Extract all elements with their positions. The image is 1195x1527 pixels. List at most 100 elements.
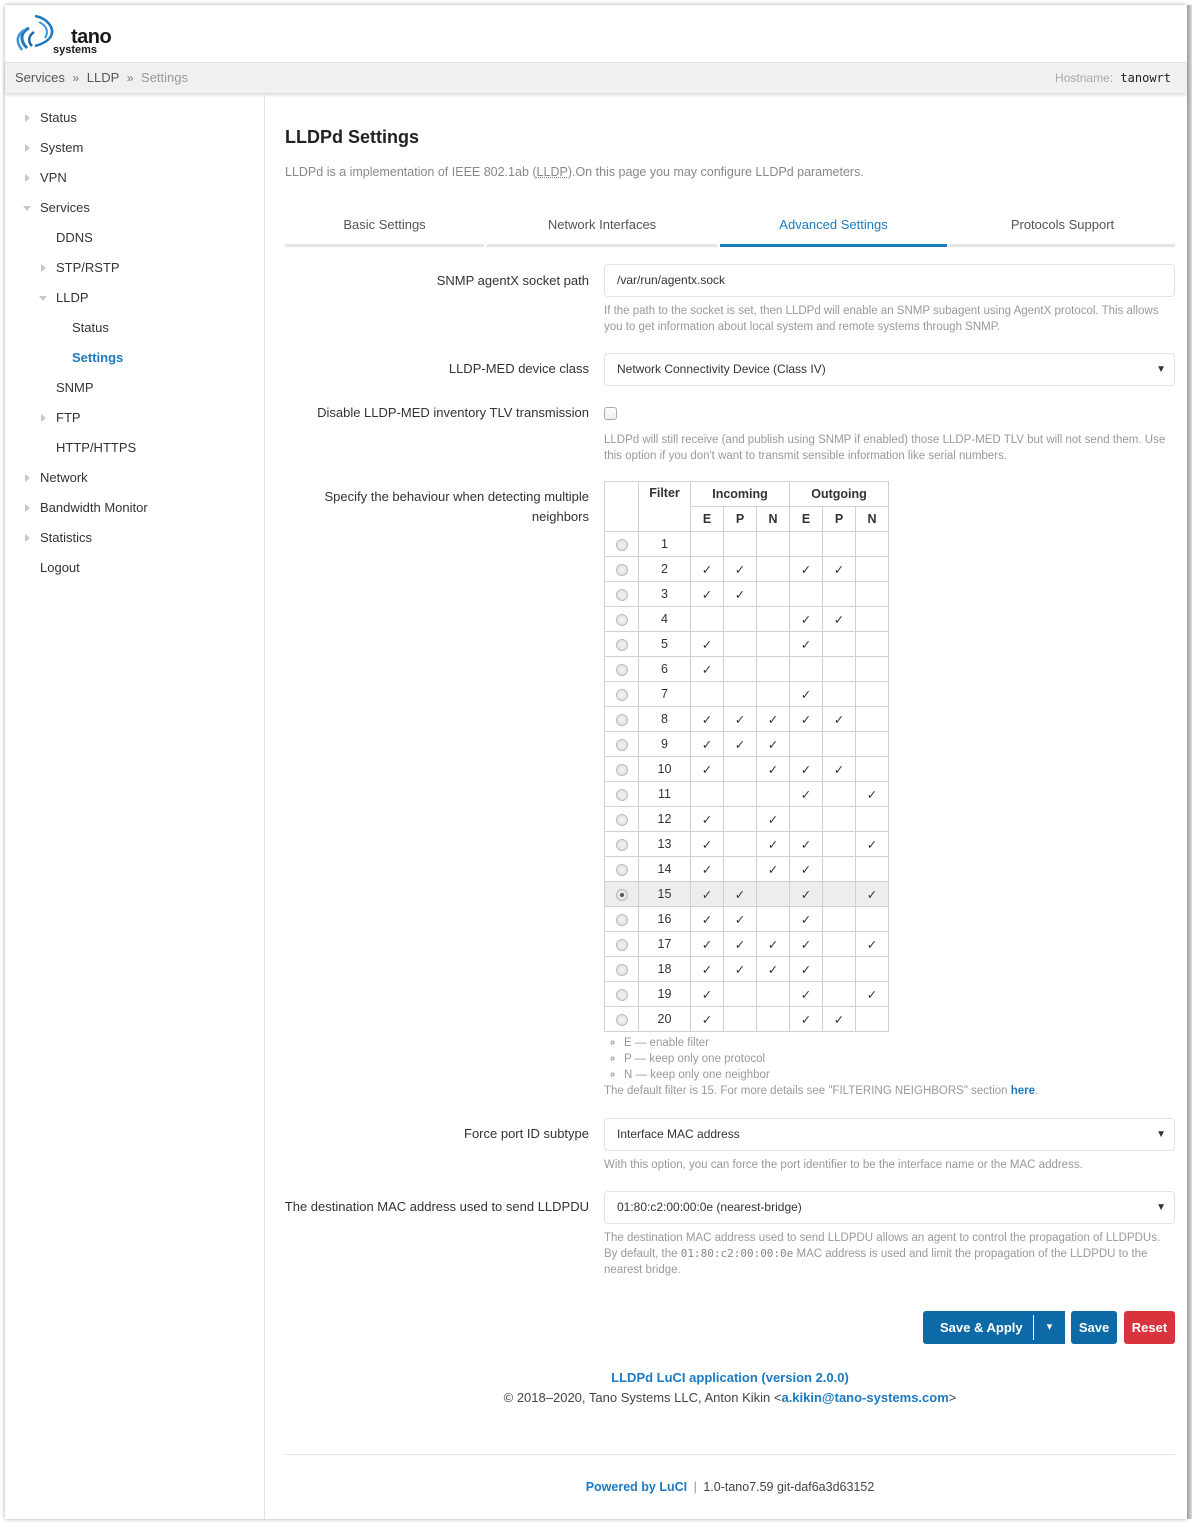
- filter-cell: [690, 606, 724, 632]
- sidebar-item-statistics[interactable]: Statistics: [25, 530, 92, 545]
- sidebar-item-logout[interactable]: Logout: [40, 560, 80, 575]
- filter-row[interactable]: 16 ✓ ✓ ✓: [604, 906, 889, 932]
- sidebar-item-ddns[interactable]: DDNS: [56, 230, 93, 245]
- filter-docs-link[interactable]: here: [1011, 1085, 1035, 1097]
- caret-down-icon: [39, 296, 47, 301]
- header: tano systems: [5, 5, 1187, 62]
- filter-row[interactable]: 3 ✓ ✓: [604, 581, 889, 607]
- filter-row[interactable]: 8 ✓ ✓ ✓ ✓ ✓: [604, 706, 889, 732]
- filter-radio[interactable]: [615, 863, 628, 876]
- filter-row[interactable]: 13 ✓ ✓ ✓ ✓: [604, 831, 889, 857]
- filter-row[interactable]: 6 ✓: [604, 656, 889, 682]
- filter-row[interactable]: 15 ✓ ✓ ✓ ✓: [604, 881, 889, 907]
- sidebar-item-system[interactable]: System: [25, 140, 83, 155]
- filter-cell: [690, 531, 724, 557]
- filter-label: Specify the behaviour when detecting mul…: [324, 489, 590, 524]
- filter-radio[interactable]: [615, 713, 628, 726]
- filter-radio[interactable]: [615, 613, 628, 626]
- filter-radio[interactable]: [615, 938, 628, 951]
- filter-radio[interactable]: [615, 538, 628, 551]
- filter-cell: [822, 831, 856, 857]
- check-icon: ✓: [789, 881, 823, 907]
- filter-row[interactable]: 2 ✓ ✓ ✓ ✓: [604, 556, 889, 582]
- caret-right-icon: [25, 474, 30, 482]
- filter-radio[interactable]: [615, 638, 628, 651]
- legend-item-e: E — enable filter: [624, 1035, 1175, 1051]
- sidebar-item-network[interactable]: Network: [25, 470, 88, 485]
- filter-id: 3: [638, 581, 691, 607]
- powered-by-luci-link[interactable]: Powered by LuCI: [586, 1480, 687, 1494]
- filter-radio[interactable]: [615, 563, 628, 576]
- agentx-socket-input[interactable]: /var/run/agentx.sock: [604, 264, 1175, 297]
- filter-row[interactable]: 18 ✓ ✓ ✓ ✓: [604, 956, 889, 982]
- tab-network-interfaces[interactable]: Network Interfaces: [487, 207, 717, 247]
- save-button[interactable]: Save: [1071, 1311, 1117, 1344]
- med-inventory-checkbox[interactable]: [604, 407, 617, 420]
- email-link[interactable]: a.kikin@tano-systems.com: [781, 1390, 948, 1405]
- filter-row[interactable]: 11 ✓ ✓: [604, 781, 889, 807]
- sidebar-item-status[interactable]: Status: [72, 320, 109, 335]
- sidebar-item-status[interactable]: Status: [25, 110, 77, 125]
- filter-cell: [756, 1006, 790, 1032]
- filter-radio[interactable]: [615, 888, 628, 901]
- sidebar-item-lldp[interactable]: LLDP: [39, 290, 89, 305]
- filter-radio[interactable]: [615, 688, 628, 701]
- sidebar-item-snmp[interactable]: SNMP: [56, 380, 94, 395]
- sidebar-item-bandwidth-monitor[interactable]: Bandwidth Monitor: [25, 500, 148, 515]
- tab-basic-settings[interactable]: Basic Settings: [285, 207, 484, 247]
- med-class-select[interactable]: Network Connectivity Device (Class IV) ▼: [604, 353, 1175, 386]
- check-icon: ✓: [690, 756, 724, 782]
- filter-radio-cell: [604, 606, 639, 632]
- sidebar-item-stp-rstp[interactable]: STP/RSTP: [41, 260, 120, 275]
- sidebar-item-label: VPN: [40, 170, 67, 185]
- filter-radio[interactable]: [615, 913, 628, 926]
- breadcrumb-lldp[interactable]: LLDP: [87, 70, 119, 85]
- reset-button[interactable]: Reset: [1124, 1311, 1175, 1344]
- filter-row[interactable]: 17 ✓ ✓ ✓ ✓ ✓: [604, 931, 889, 957]
- filter-row[interactable]: 4 ✓ ✓: [604, 606, 889, 632]
- filter-radio[interactable]: [615, 763, 628, 776]
- filter-row[interactable]: 9 ✓ ✓ ✓: [604, 731, 889, 757]
- filter-row[interactable]: 7 ✓: [604, 681, 889, 707]
- caret-down-icon: [23, 206, 31, 211]
- check-icon: ✓: [723, 581, 757, 607]
- caret-right-icon: [25, 174, 30, 182]
- portid-select[interactable]: Interface MAC address ▼: [604, 1118, 1175, 1151]
- filter-cell: [855, 906, 889, 932]
- filter-row[interactable]: 5 ✓ ✓: [604, 631, 889, 657]
- breadcrumb-services[interactable]: Services: [15, 70, 65, 85]
- filter-row[interactable]: 10 ✓ ✓ ✓ ✓: [604, 756, 889, 782]
- filter-row[interactable]: 19 ✓ ✓ ✓: [604, 981, 889, 1007]
- sidebar-item-services[interactable]: Services: [23, 200, 90, 215]
- filter-radio[interactable]: [615, 788, 628, 801]
- brand-logo[interactable]: tano systems: [13, 12, 113, 56]
- filter-radio[interactable]: [615, 838, 628, 851]
- app-title-link[interactable]: LLDPd LuCI application (version 2.0.0): [611, 1370, 849, 1385]
- filter-row[interactable]: 20 ✓ ✓ ✓: [604, 1006, 889, 1032]
- filter-radio[interactable]: [615, 1013, 628, 1026]
- tab-advanced-settings[interactable]: Advanced Settings: [720, 207, 947, 247]
- sidebar-item-http-https[interactable]: HTTP/HTTPS: [56, 440, 136, 455]
- filter-radio[interactable]: [615, 663, 628, 676]
- filter-row[interactable]: 1: [604, 531, 889, 557]
- filter-radio[interactable]: [615, 588, 628, 601]
- filter-row[interactable]: 12 ✓ ✓: [604, 806, 889, 832]
- agentx-label: SNMP agentX socket path: [436, 273, 589, 288]
- check-icon: ✓: [690, 831, 724, 857]
- filter-radio[interactable]: [615, 988, 628, 1001]
- filter-radio[interactable]: [615, 813, 628, 826]
- sidebar-item-ftp[interactable]: FTP: [41, 410, 81, 425]
- filter-radio[interactable]: [615, 738, 628, 751]
- check-icon: ✓: [723, 706, 757, 732]
- sidebar-item-settings[interactable]: Settings: [72, 350, 123, 365]
- save-apply-dropdown-button[interactable]: ▾: [1034, 1311, 1065, 1344]
- check-icon: ✓: [723, 731, 757, 757]
- copyright-text: >: [948, 1390, 957, 1405]
- dstmac-select[interactable]: 01:80:c2:00:00:0e (nearest-bridge) ▼: [604, 1191, 1175, 1224]
- filter-cell: [723, 806, 757, 832]
- filter-row[interactable]: 14 ✓ ✓ ✓: [604, 856, 889, 882]
- sidebar-item-vpn[interactable]: VPN: [25, 170, 67, 185]
- filter-cell: [690, 681, 724, 707]
- tab-protocols-support[interactable]: Protocols Support: [950, 207, 1175, 247]
- filter-radio[interactable]: [615, 963, 628, 976]
